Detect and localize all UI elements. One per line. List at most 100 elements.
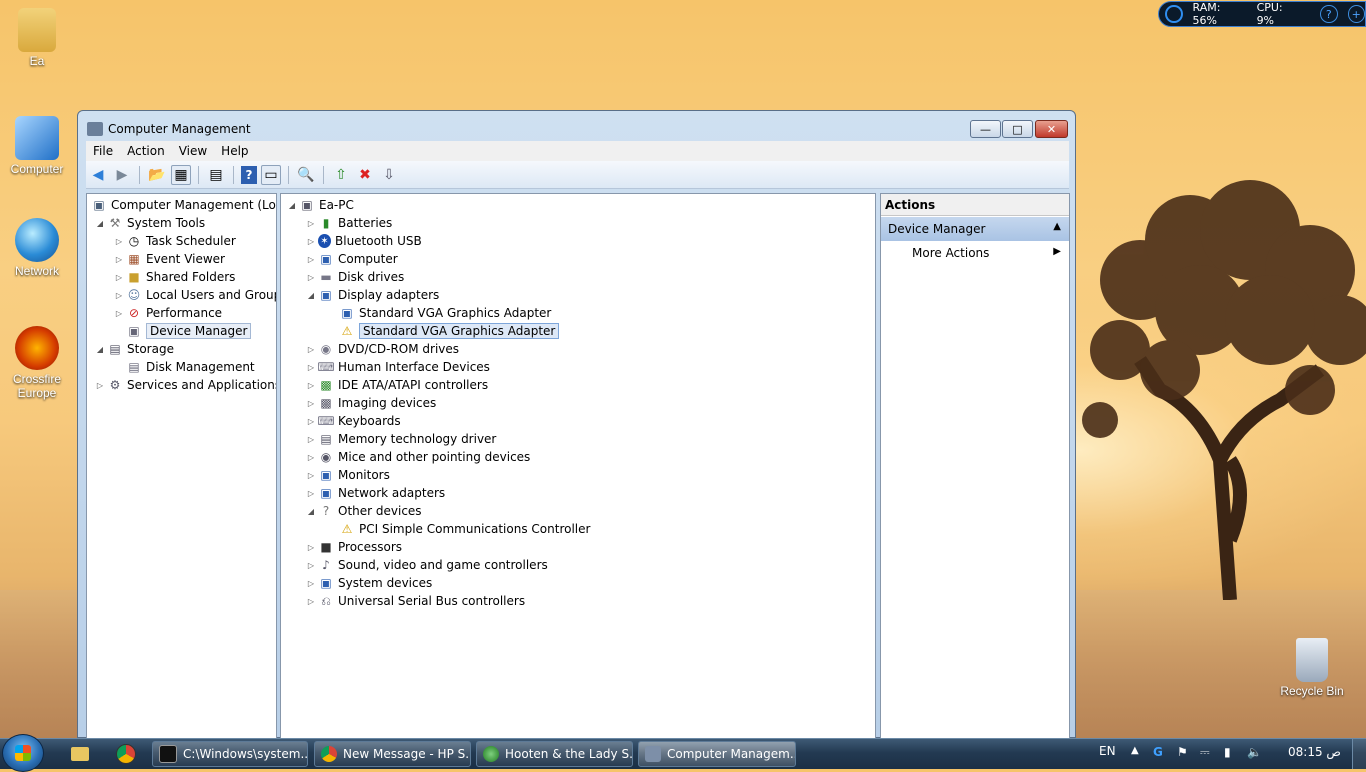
actions-section-device-manager[interactable]: Device Manager ▲: [881, 217, 1069, 241]
device-pci-controller[interactable]: ⚠ PCI Simple Communications Controller: [337, 520, 591, 538]
tree-item-local-users-groups[interactable]: ▷ ☺ Local Users and Groups: [114, 286, 276, 304]
expand-triangle-icon[interactable]: ▷: [306, 543, 316, 552]
forward-arrow-icon[interactable]: ▶: [112, 165, 132, 185]
show-hide-console-tree-icon[interactable]: ▦: [171, 164, 191, 185]
device-category-processors[interactable]: ▷ ■ Processors: [306, 538, 402, 556]
device-category-monitors[interactable]: ▷ ▣ Monitors: [306, 466, 390, 484]
expand-triangle-icon[interactable]: ▷: [306, 237, 316, 246]
device-category-keyboards[interactable]: ▷ ⌨ Keyboards: [306, 412, 401, 430]
show-hidden-icons-arrow-icon[interactable]: ▲: [1131, 745, 1139, 756]
tree-item-storage[interactable]: ◢ ▤ Storage: [95, 340, 174, 358]
expand-triangle-icon[interactable]: ▷: [306, 561, 316, 570]
update-driver-icon[interactable]: ⇧: [331, 165, 351, 185]
pinned-explorer[interactable]: [66, 743, 94, 765]
volume-speaker-icon[interactable]: 🔈: [1247, 745, 1262, 759]
window-titlebar[interactable]: Computer Management — □ ✕: [78, 111, 1075, 141]
device-category-network[interactable]: ▷ ▣ Network adapters: [306, 484, 445, 502]
device-category-dvd-drives[interactable]: ▷ ◉ DVD/CD-ROM drives: [306, 340, 459, 358]
properties-icon[interactable]: ▤: [206, 165, 226, 185]
power-plug-icon[interactable]: ⎓: [1200, 745, 1210, 760]
desktop-icon-recycle-bin[interactable]: Recycle Bin: [1277, 638, 1347, 698]
expand-triangle-icon[interactable]: ▷: [306, 453, 316, 462]
taskbar-button-media[interactable]: Hooten & the Lady S...: [476, 741, 633, 767]
expand-triangle-icon[interactable]: ▷: [114, 291, 124, 300]
language-indicator[interactable]: EN: [1099, 744, 1116, 758]
device-category-usb[interactable]: ▷ ⎌ Universal Serial Bus controllers: [306, 592, 525, 610]
device-category-batteries[interactable]: ▷ ▮ Batteries: [306, 214, 392, 232]
expand-triangle-icon[interactable]: ▷: [114, 309, 124, 318]
start-button[interactable]: [2, 734, 44, 772]
expand-triangle-icon[interactable]: ▷: [306, 363, 316, 372]
device-category-mice[interactable]: ▷ ◉ Mice and other pointing devices: [306, 448, 530, 466]
expand-triangle-icon[interactable]: ▷: [306, 471, 316, 480]
desktop-icon-computer[interactable]: Computer: [2, 116, 72, 176]
gadget-settings-icon[interactable]: ?: [1320, 5, 1338, 23]
collapse-triangle-icon[interactable]: ◢: [95, 345, 105, 354]
back-arrow-icon[interactable]: ◀: [88, 165, 108, 185]
menu-file[interactable]: File: [86, 141, 120, 161]
disable-device-icon[interactable]: ⇩: [379, 165, 399, 185]
taskbar-button-chrome-message[interactable]: New Message - HP S...: [314, 741, 471, 767]
expand-triangle-icon[interactable]: ▷: [306, 579, 316, 588]
tray-app-icon[interactable]: G: [1153, 745, 1163, 759]
taskbar-button-computer-management[interactable]: Computer Managem...: [638, 741, 796, 767]
up-folder-icon[interactable]: 📂: [147, 165, 167, 185]
tree-item-system-tools[interactable]: ◢ ⚒ System Tools: [95, 214, 205, 232]
maximize-button[interactable]: □: [1002, 120, 1033, 138]
tree-item-event-viewer[interactable]: ▷ ▦ Event Viewer: [114, 250, 225, 268]
network-signal-icon[interactable]: ▮: [1224, 745, 1231, 759]
taskbar-button-cmd[interactable]: C:\Windows\system...: [152, 741, 308, 767]
gadget-add-icon[interactable]: +: [1347, 5, 1365, 23]
action-center-flag-icon[interactable]: ⚑: [1177, 745, 1188, 759]
device-category-sound[interactable]: ▷ ♪ Sound, video and game controllers: [306, 556, 548, 574]
show-action-pane-icon[interactable]: ▭: [261, 164, 281, 185]
menu-help[interactable]: Help: [214, 141, 255, 161]
uninstall-device-icon[interactable]: ✖: [355, 165, 375, 185]
menu-view[interactable]: View: [172, 141, 214, 161]
device-category-hid[interactable]: ▷ ⌨ Human Interface Devices: [306, 358, 490, 376]
desktop-icon-user-folder[interactable]: Ea: [2, 8, 72, 68]
device-root[interactable]: ◢ ▣ Ea-PC: [287, 196, 354, 214]
expand-triangle-icon[interactable]: ▷: [306, 255, 316, 264]
collapse-triangle-icon[interactable]: ◢: [306, 507, 316, 516]
tree-item-services-applications[interactable]: ▷ ⚙ Services and Applications: [95, 376, 276, 394]
expand-triangle-icon[interactable]: ▷: [114, 255, 124, 264]
expand-triangle-icon[interactable]: ▷: [306, 489, 316, 498]
more-actions-item[interactable]: More Actions ▶: [881, 243, 1069, 263]
expand-triangle-icon[interactable]: ▷: [306, 219, 316, 228]
close-button[interactable]: ✕: [1035, 120, 1068, 138]
expand-triangle-icon[interactable]: ▷: [114, 273, 124, 282]
expand-triangle-icon[interactable]: ▷: [306, 273, 316, 282]
tree-item-performance[interactable]: ▷ ⊘ Performance: [114, 304, 222, 322]
device-vga-adapter-1[interactable]: ▣ Standard VGA Graphics Adapter: [337, 304, 551, 322]
expand-triangle-icon[interactable]: ▷: [306, 345, 316, 354]
show-desktop-button[interactable]: [1352, 739, 1366, 769]
desktop-icon-network[interactable]: Network: [2, 218, 72, 278]
clock[interactable]: 08:15 ص: [1288, 745, 1341, 759]
menu-action[interactable]: Action: [120, 141, 172, 161]
collapse-triangle-icon[interactable]: ◢: [306, 291, 316, 300]
device-category-other[interactable]: ◢ ? Other devices: [306, 502, 422, 520]
device-category-disk-drives[interactable]: ▷ ▬ Disk drives: [306, 268, 404, 286]
scan-hardware-icon[interactable]: 🔍: [296, 165, 316, 185]
expand-triangle-icon[interactable]: ▷: [95, 381, 105, 390]
collapse-triangle-icon[interactable]: ◢: [95, 219, 105, 228]
device-category-memory[interactable]: ▷ ▤ Memory technology driver: [306, 430, 496, 448]
tree-item-computer-management[interactable]: ▣ Computer Management (Local: [89, 196, 276, 214]
device-category-bluetooth[interactable]: ▷ ✶ Bluetooth USB: [306, 232, 422, 250]
expand-triangle-icon[interactable]: ▷: [306, 435, 316, 444]
expand-triangle-icon[interactable]: ▷: [306, 597, 316, 606]
device-category-ide[interactable]: ▷ ▩ IDE ATA/ATAPI controllers: [306, 376, 488, 394]
device-category-computer[interactable]: ▷ ▣ Computer: [306, 250, 398, 268]
tree-item-device-manager[interactable]: ▣ Device Manager: [124, 322, 252, 340]
collapse-up-arrow-icon[interactable]: ▲: [1053, 221, 1061, 232]
device-vga-adapter-2[interactable]: ⚠ Standard VGA Graphics Adapter: [337, 322, 560, 340]
device-category-display-adapters[interactable]: ◢ ▣ Display adapters: [306, 286, 439, 304]
tree-item-disk-management[interactable]: ▤ Disk Management: [124, 358, 254, 376]
help-icon[interactable]: ?: [241, 165, 257, 184]
device-category-imaging[interactable]: ▷ ▩ Imaging devices: [306, 394, 436, 412]
collapse-triangle-icon[interactable]: ◢: [287, 201, 297, 210]
expand-triangle-icon[interactable]: ▷: [306, 381, 316, 390]
expand-triangle-icon[interactable]: ▷: [306, 417, 316, 426]
pinned-chrome[interactable]: [112, 743, 140, 765]
